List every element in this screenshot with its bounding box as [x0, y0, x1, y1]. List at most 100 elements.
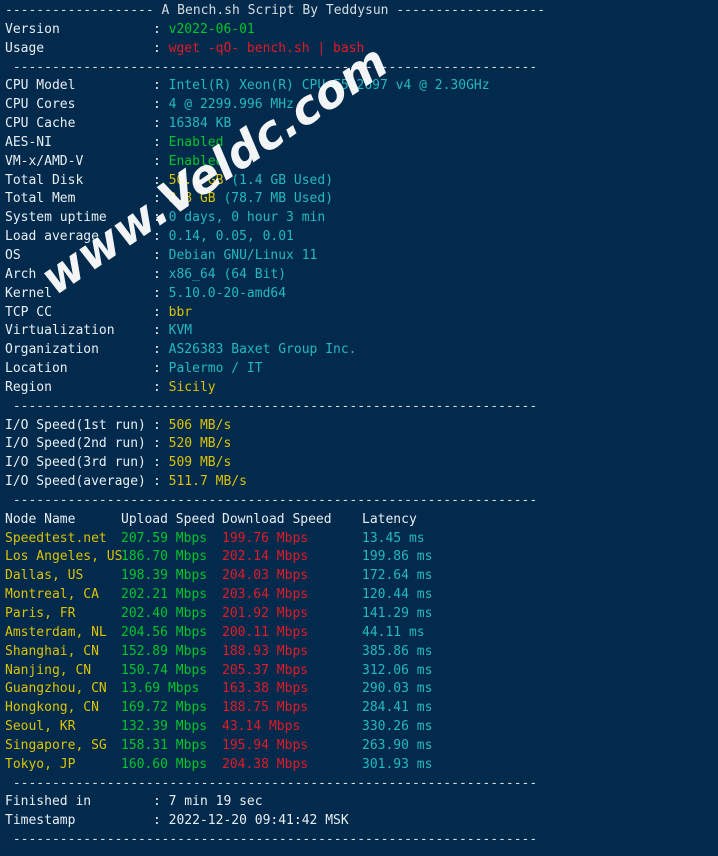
table-row: Seoul, KR 132.39 Mbps 43.14 Mbps 330.26 ms	[0, 718, 718, 737]
io-speed-row-3: I/O Speed(3rd run): 509 MB/s	[0, 454, 718, 473]
cell-latency: 284.41 ms	[362, 700, 433, 716]
cell-node-name: Shanghai, CN	[5, 643, 99, 659]
colon: :	[153, 40, 169, 56]
cell-upload-speed: 160.60 Mbps	[121, 756, 208, 772]
cell-download-speed: 188.93 Mbps	[222, 643, 309, 659]
cell-upload-speed: 198.39 Mbps	[121, 568, 208, 584]
separator-text: ----------------------------------------…	[5, 59, 538, 75]
info-label: CPU Cache	[5, 116, 76, 132]
separator-text: ----------------------------------------…	[5, 832, 538, 848]
info-value: Sicily	[168, 379, 216, 395]
cell-node-name: Tokyo, JP	[5, 756, 76, 772]
info-row-kernel: Kernel: 5.10.0-20-amd64	[0, 285, 718, 304]
cell-download-speed: 204.03 Mbps	[222, 568, 309, 584]
io-speed-value: 506 MB/s	[168, 417, 232, 433]
colon: :	[153, 134, 169, 150]
info-label: Total Disk	[5, 172, 84, 188]
info-value: Palermo / IT	[168, 361, 263, 377]
info-label: Virtualization	[5, 323, 115, 339]
info-value: 16384 KB	[168, 116, 232, 132]
info-row-cpu-cache: CPU Cache: 16384 KB	[0, 115, 718, 134]
timestamp-label: Timestamp	[5, 813, 76, 829]
colon: :	[153, 210, 169, 226]
column-header-upload-speed: Upload Speed	[121, 511, 215, 527]
separator-line: ----------------------------------------…	[0, 831, 718, 850]
info-value: Intel(R) Xeon(R) CPU E5-2697 v4 @ 2.30GH…	[168, 78, 490, 94]
cell-latency: 13.45 ms	[362, 530, 425, 546]
cell-node-name: Amsterdam, NL	[5, 624, 107, 640]
cell-latency: 385.86 ms	[362, 643, 433, 659]
cell-download-speed: 200.11 Mbps	[222, 624, 309, 640]
cell-upload-speed: 152.89 Mbps	[121, 643, 208, 659]
info-label: Organization	[5, 342, 99, 358]
system-info-block: CPU Model: Intel(R) Xeon(R) CPU E5-2697 …	[0, 77, 718, 397]
cell-download-speed: 203.64 Mbps	[222, 587, 309, 603]
colon: :	[153, 361, 169, 377]
info-value: Debian GNU/Linux 11	[168, 247, 318, 263]
info-row-location: Location: Palermo / IT	[0, 360, 718, 379]
cell-upload-speed: 13.69 Mbps	[121, 681, 200, 697]
cell-download-speed: 199.76 Mbps	[222, 530, 309, 546]
cell-latency: 330.26 ms	[362, 719, 433, 735]
colon: :	[153, 436, 169, 452]
table-row: Dallas, US 198.39 Mbps 204.03 Mbps 172.64 m…	[0, 567, 718, 586]
colon: :	[153, 78, 169, 94]
info-row-cpu-cores: CPU Cores: 4 @ 2299.996 MHz	[0, 96, 718, 115]
info-label: Load average	[5, 229, 99, 245]
info-label: Arch	[5, 266, 37, 282]
io-speed-label: I/O Speed(3rd run)	[5, 455, 146, 471]
table-row: Singapore, SG 158.31 Mbps 195.94 Mbps 263.9…	[0, 737, 718, 756]
io-speed-value: 509 MB/s	[168, 455, 232, 471]
separator-line: ----------------------------------------…	[0, 492, 718, 511]
info-label: VM-x/AMD-V	[5, 153, 84, 169]
info-row-arch: Arch: x86_64 (64 Bit)	[0, 266, 718, 285]
table-row: Tokyo, JP 160.60 Mbps 204.38 Mbps 301.93 ms	[0, 756, 718, 775]
colon: :	[153, 342, 169, 358]
cell-upload-speed: 158.31 Mbps	[121, 737, 208, 753]
usage-label: Usage	[5, 40, 45, 56]
info-label: Location	[5, 361, 68, 377]
cell-node-name: Paris, FR	[5, 606, 76, 621]
cell-node-name: Singapore, SG	[5, 737, 107, 753]
colon: :	[153, 304, 169, 320]
colon: :	[153, 285, 169, 301]
info-value: x86_64 (64 Bit)	[168, 266, 287, 282]
finished-label: Finished in	[5, 794, 92, 810]
cell-node-name: Nanjing, CN	[5, 662, 92, 678]
colon: :	[153, 116, 169, 132]
info-row-total-mem: Total Mem: 3.8 GB (78.7 MB Used)	[0, 190, 718, 209]
cell-upload-speed: 204.56 Mbps	[121, 624, 208, 640]
colon: :	[153, 417, 169, 433]
info-value: Enabled	[168, 134, 224, 150]
cell-upload-speed: 202.40 Mbps	[121, 606, 208, 621]
title-text: ------------------- A Bench.sh Script By…	[5, 3, 546, 18]
info-row-version: Version: v2022-06-01	[0, 21, 718, 40]
info-label: TCP CC	[5, 304, 52, 320]
cell-node-name: Dallas, US	[5, 568, 84, 584]
info-value: KVM	[168, 323, 193, 339]
info-value: AS26383 Baxet Group Inc.	[168, 342, 357, 358]
colon: :	[153, 379, 169, 395]
io-speed-block: I/O Speed(1st run): 506 MB/s I/O Speed(2n…	[0, 417, 718, 492]
info-row-load-average: Load average: 0.14, 0.05, 0.01	[0, 228, 718, 247]
column-header-download-speed: Download Speed	[222, 511, 332, 527]
colon: :	[153, 229, 169, 245]
info-value: bbr	[168, 304, 193, 320]
info-label: Kernel	[5, 285, 52, 301]
colon: :	[153, 266, 169, 282]
cell-download-speed: 202.14 Mbps	[222, 549, 309, 565]
info-row-vm-x-amd-v: VM-x/AMD-V: Enabled	[0, 153, 718, 172]
info-label: CPU Cores	[5, 97, 76, 113]
version-value: v2022-06-01	[168, 21, 255, 37]
info-label: System uptime	[5, 210, 107, 226]
separator-line: ----------------------------------------…	[0, 59, 718, 78]
info-row-total-disk: Total Disk: 50.1 GB (1.4 GB Used)	[0, 172, 718, 191]
colon: :	[153, 794, 169, 810]
info-value: 50.1 GB	[168, 172, 224, 188]
cell-download-speed: 188.75 Mbps	[222, 700, 309, 716]
speedtest-rows: Speedtest.net 207.59 Mbps 199.76 Mbps 13.45…	[0, 530, 718, 775]
info-value-secondary: (78.7 MB Used)	[215, 191, 334, 207]
colon: :	[153, 21, 169, 37]
info-row-region: Region: Sicily	[0, 379, 718, 398]
info-row-organization: Organization: AS26383 Baxet Group Inc.	[0, 341, 718, 360]
